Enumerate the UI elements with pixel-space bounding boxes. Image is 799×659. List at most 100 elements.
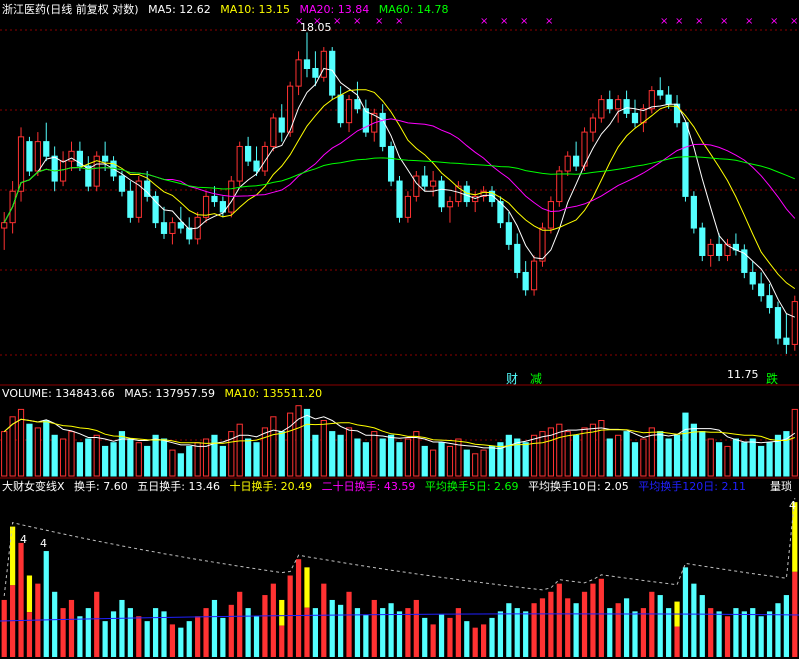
volume-bar [766,442,773,477]
volume-bar [312,434,319,477]
turnover-bar [77,616,83,657]
marker-x: × [520,16,528,27]
marker-x: × [695,16,703,27]
tag-die[interactable]: 跌 [766,373,778,385]
tag-jian[interactable]: 减 [530,373,542,385]
volume-bar [354,438,361,477]
candle-body [657,90,664,96]
volume-value: VOLUME: 134843.66 [2,387,115,400]
candle-body [320,50,327,78]
volume-bar [26,423,33,477]
candle-body [295,59,302,87]
volume-bar [673,434,681,477]
volume-bar [724,445,731,477]
candle-body [1,222,8,229]
volume-bar [446,445,454,477]
candle-body [564,155,571,172]
candle-body [354,99,361,110]
candle-body [749,271,756,285]
volume-bar [791,408,798,477]
candle-body [631,112,639,124]
turnover-bar [573,603,579,657]
marker-x: × [500,16,508,27]
volume-bar [127,438,134,477]
candle-body [270,117,277,147]
turnover-bar [262,595,268,657]
high-price-label: 18.05 [300,21,332,34]
turnover-bar [136,616,142,657]
turnover-bar [405,608,411,657]
volume-bar [699,431,706,477]
volume-bar [732,438,740,477]
turnover-bar [144,621,150,657]
turnover-bar [152,608,159,657]
volume-bar [152,434,159,477]
avg-turnover-120d: 平均换手120日: 2.11 [638,480,746,493]
marker-x: × [720,16,728,27]
volume-bar [472,453,479,477]
candle-body [177,222,184,229]
volume-bar [345,427,353,477]
candle-body [312,68,319,78]
volume-bar [93,434,100,477]
volume-bar [245,438,252,477]
volume-bar [337,434,344,477]
turnover-bar [607,608,613,657]
volume-bar [396,442,403,477]
volume-bar [219,445,226,477]
candle-body [615,99,622,110]
turnover-bar [68,599,75,657]
volume-bar [202,438,210,477]
candle-body [648,90,655,110]
volume-bar [505,434,512,477]
turnover-bar [472,627,478,657]
volume-bar [1,431,8,477]
turnover-bar [161,611,167,657]
lock-volume-label[interactable]: 量琐 [770,481,792,493]
turnover-bar [775,603,781,657]
candle-body [699,227,706,256]
candle-body [345,99,353,124]
turnover-signal-bottom [26,612,33,657]
avg-turnover-5d: 平均换手5日: 2.69 [424,480,519,493]
candle-body [715,243,723,256]
turnover-bar [270,583,276,657]
volume-bar [278,431,285,477]
turnover-step-line [3,498,796,597]
volume-bar [329,431,336,477]
candle-body [26,141,33,172]
turnover-bar [598,578,604,657]
candle-body [758,283,765,297]
candle-body [169,222,176,234]
marker-x: × [545,16,553,27]
volume-bar [564,431,571,477]
candle-body [278,117,285,133]
volume-bar [110,442,117,477]
turnover-bar [371,599,377,657]
stock-chart-canvas[interactable]: × × × × × × × × × × × × × × × × × [0,0,799,659]
turnover-bar [422,617,428,657]
candle-body [514,243,521,273]
turnover-bar [203,608,209,657]
turnover-header: 大财女变线X 换手: 7.60 五日换手: 13.46 十日换手: 20.49 … [2,480,752,494]
marker-x: × [353,16,361,27]
candle-body [682,122,689,197]
candle-body [774,307,782,339]
turnover-bar [682,567,689,657]
volume-bar [371,431,378,477]
turnover-bar [708,608,714,657]
candle-body [413,175,420,197]
turnover-bar [666,608,672,657]
candle-body [791,301,798,345]
chart-grid [0,29,799,479]
marker-x: × [745,16,753,27]
volume-bar [640,438,647,477]
turnover-bar [497,611,504,657]
turnover-bar [363,614,369,657]
turnover-bar [741,611,747,657]
turnover-bar [716,611,722,657]
turnover-bar [43,551,49,657]
candle-body [51,155,58,182]
tag-cai[interactable]: 财 [506,373,518,385]
volume-bar [186,445,193,477]
